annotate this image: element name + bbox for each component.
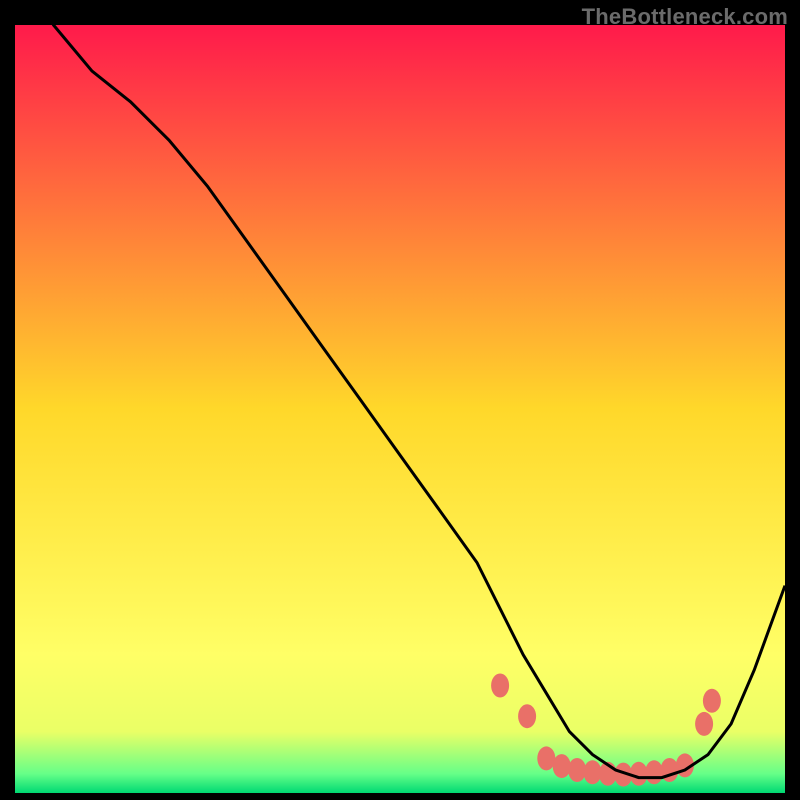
bottleneck-chart [15,25,785,793]
marker-dot [491,674,509,698]
marker-dot [703,689,721,713]
marker-dot [645,760,663,784]
marker-dot [537,746,555,770]
marker-dot [568,758,586,782]
marker-dot [553,754,571,778]
gradient-background [15,25,785,793]
marker-dot [630,762,648,786]
marker-dot [584,760,602,784]
marker-dot [695,712,713,736]
chart-frame [15,25,785,793]
marker-dot [518,704,536,728]
